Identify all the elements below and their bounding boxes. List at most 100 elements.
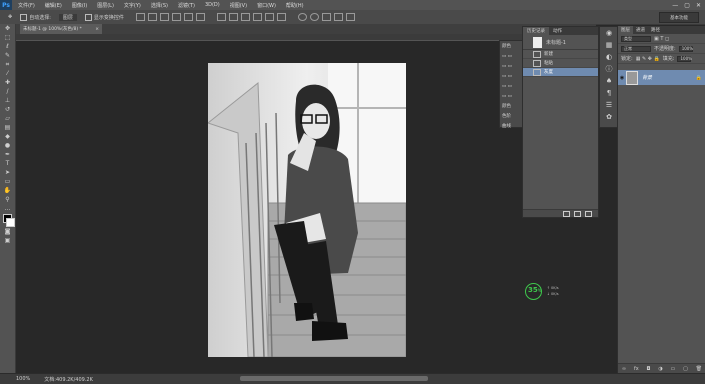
quick-select-tool-icon[interactable]: ✎ bbox=[0, 51, 15, 60]
filter-icons[interactable]: ▣ T ◻ bbox=[654, 36, 669, 42]
trash-icon[interactable]: 🗑 bbox=[696, 366, 702, 372]
workspace-switcher[interactable]: 基本功能 bbox=[659, 12, 699, 23]
type-tool-icon[interactable]: T bbox=[0, 159, 15, 168]
mask-icon[interactable]: ◘ bbox=[647, 366, 651, 372]
distribute-middle-icon[interactable] bbox=[228, 13, 238, 21]
link-icon[interactable]: ∞ bbox=[622, 366, 626, 372]
eye-icon[interactable]: ◉ bbox=[618, 75, 626, 81]
adjustment-icon[interactable]: ◑ bbox=[658, 366, 662, 372]
eyedropper-tool-icon[interactable]: ⁄ bbox=[0, 69, 15, 78]
layer-filter-dropdown[interactable]: 类型 bbox=[621, 35, 651, 42]
quick-mask-icon[interactable]: ◙ bbox=[0, 227, 15, 236]
show-transform-toggle[interactable]: 显示变换控件 bbox=[84, 13, 124, 21]
panel-strip-row[interactable]: 颜色 bbox=[500, 101, 523, 111]
history-step-grayscale[interactable]: 灰度 bbox=[523, 68, 598, 77]
properties-panel-icon[interactable]: ☰ bbox=[600, 99, 618, 111]
shape-tool-icon[interactable]: ▭ bbox=[0, 177, 15, 186]
path-select-tool-icon[interactable]: ➤ bbox=[0, 168, 15, 177]
3d-rotate-icon[interactable] bbox=[297, 13, 307, 21]
color-swatches-icon[interactable] bbox=[0, 213, 15, 227]
crop-tool-icon[interactable]: ⌗ bbox=[0, 60, 15, 69]
marquee-tool-icon[interactable]: ⬚ bbox=[0, 33, 15, 42]
close-button[interactable]: ✕ bbox=[696, 2, 701, 9]
hand-tool-icon[interactable]: ✋ bbox=[0, 186, 15, 195]
3d-slide-icon[interactable] bbox=[333, 13, 343, 21]
show-transform-checkbox[interactable] bbox=[84, 13, 92, 21]
auto-select-checkbox[interactable] bbox=[20, 13, 28, 21]
minimize-button[interactable]: — bbox=[672, 2, 678, 9]
history-step-paste[interactable]: 粘贴 bbox=[523, 59, 598, 68]
align-top-icon[interactable] bbox=[135, 13, 145, 21]
menu-window[interactable]: 窗口(W) bbox=[257, 2, 276, 9]
menu-view[interactable]: 视图(V) bbox=[230, 2, 247, 9]
menu-select[interactable]: 选择(S) bbox=[151, 2, 168, 9]
horizontal-scrollbar[interactable] bbox=[240, 376, 428, 381]
3d-scale-icon[interactable] bbox=[345, 13, 355, 21]
color-panel-icon[interactable]: ◉ bbox=[600, 27, 618, 39]
zoom-tool-icon[interactable]: ⚲ bbox=[0, 195, 15, 204]
3d-drag-icon[interactable] bbox=[321, 13, 331, 21]
align-right-icon[interactable] bbox=[195, 13, 205, 21]
history-step-new[interactable]: 新建 bbox=[523, 50, 598, 59]
close-tab-icon[interactable]: × bbox=[95, 27, 99, 32]
dodge-tool-icon[interactable]: ● bbox=[0, 141, 15, 150]
panel-strip-row[interactable]: ▭ ▭ bbox=[500, 51, 523, 61]
tab-history[interactable]: 历史记录 bbox=[523, 27, 549, 35]
align-center-icon[interactable] bbox=[183, 13, 193, 21]
swatches-panel-icon[interactable]: ▦ bbox=[600, 39, 618, 51]
document-info[interactable]: 文档:409.2K/409.2K bbox=[44, 376, 93, 383]
new-document-from-state-icon[interactable] bbox=[563, 210, 570, 217]
gradient-tool-icon[interactable]: ▤ bbox=[0, 123, 15, 132]
canvas-photo[interactable] bbox=[208, 63, 406, 357]
align-middle-icon[interactable] bbox=[147, 13, 157, 21]
paragraph-panel-icon[interactable]: ¶ bbox=[600, 87, 618, 99]
tab-layers[interactable]: 图层 bbox=[618, 26, 633, 34]
menu-file[interactable]: 文件(F) bbox=[18, 2, 35, 9]
styles-panel-icon[interactable]: ✿ bbox=[600, 111, 618, 123]
history-brush-tool-icon[interactable]: ↺ bbox=[0, 105, 15, 114]
panel-strip-row[interactable]: ▭ ▭ bbox=[500, 61, 523, 71]
lock-icons[interactable]: ▦ ✎ ✥ 🔒 bbox=[636, 56, 660, 62]
maximize-button[interactable]: ▢ bbox=[684, 2, 690, 9]
camera-icon[interactable] bbox=[574, 210, 581, 217]
document-tab[interactable]: 未标题-1 @ 100%(灰色/8) * × bbox=[20, 24, 102, 34]
fill-input[interactable]: 100% bbox=[677, 55, 692, 62]
adjustments-panel-icon[interactable]: ◐ bbox=[600, 51, 618, 63]
zoom-level[interactable]: 100% bbox=[16, 376, 30, 382]
folder-icon[interactable]: ▭ bbox=[671, 366, 676, 372]
tab-actions[interactable]: 动作 bbox=[549, 27, 566, 35]
distribute-top-icon[interactable] bbox=[216, 13, 226, 21]
stamp-tool-icon[interactable]: ⊥ bbox=[0, 96, 15, 105]
move-tool-icon[interactable]: ✥ bbox=[8, 14, 12, 20]
align-bottom-icon[interactable] bbox=[159, 13, 169, 21]
align-left-icon[interactable] bbox=[171, 13, 181, 21]
screen-mode-icon[interactable]: ▣ bbox=[0, 236, 15, 245]
menu-type[interactable]: 文字(Y) bbox=[124, 2, 141, 9]
info-panel-icon[interactable]: ⓘ bbox=[600, 63, 618, 75]
3d-roll-icon[interactable] bbox=[309, 13, 319, 21]
menu-help[interactable]: 帮助(H) bbox=[286, 2, 304, 9]
distribute-right-icon[interactable] bbox=[276, 13, 286, 21]
brush-panel-icon[interactable]: ♠ bbox=[600, 75, 618, 87]
distribute-center-icon[interactable] bbox=[264, 13, 274, 21]
tab-channels[interactable]: 通道 bbox=[633, 26, 648, 34]
fx-icon[interactable]: fx bbox=[634, 366, 639, 372]
panel-strip-row[interactable]: 曲线 bbox=[500, 121, 523, 131]
panel-strip-row[interactable]: 颜色 bbox=[500, 41, 523, 51]
distribute-bottom-icon[interactable] bbox=[240, 13, 250, 21]
menu-layer[interactable]: 图层(L) bbox=[97, 2, 114, 9]
new-layer-icon[interactable]: ▢ bbox=[683, 366, 688, 372]
panel-strip-row[interactable]: ▭ ▭ bbox=[500, 91, 523, 101]
auto-select-toggle[interactable]: 自动选择: bbox=[20, 13, 51, 21]
panel-strip-row[interactable]: ▭ ▭ bbox=[500, 71, 523, 81]
menu-edit[interactable]: 编辑(E) bbox=[45, 2, 62, 9]
menu-image[interactable]: 图像(I) bbox=[72, 2, 87, 9]
panel-strip-row[interactable]: 色阶 bbox=[500, 111, 523, 121]
blend-mode-dropdown[interactable]: 正常 bbox=[621, 45, 651, 52]
brush-tool-icon[interactable]: / bbox=[0, 87, 15, 96]
pen-tool-icon[interactable]: ✒ bbox=[0, 150, 15, 159]
healing-tool-icon[interactable]: ✚ bbox=[0, 78, 15, 87]
more-tools-icon[interactable]: … bbox=[0, 204, 15, 213]
panel-strip-row[interactable]: ▭ ▭ bbox=[500, 81, 523, 91]
menu-3d[interactable]: 3D(D) bbox=[205, 2, 220, 8]
